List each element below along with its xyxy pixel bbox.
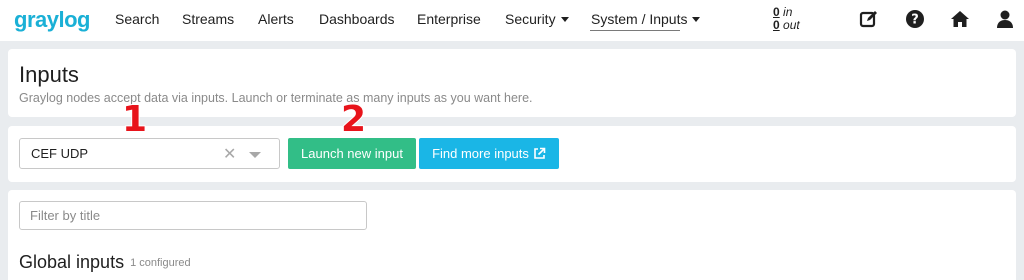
active-nav-indicator <box>590 30 680 31</box>
nav-streams[interactable]: Streams <box>182 11 234 27</box>
dropdown-arrow-icon[interactable] <box>249 152 261 158</box>
throughput-in-value: 0 <box>773 5 780 19</box>
throughput-in-label: in <box>783 5 793 19</box>
find-more-inputs-label: Find more inputs <box>432 146 529 161</box>
global-inputs-heading: Global inputs 1 configured <box>19 252 191 273</box>
nav-system-label: System / Inputs <box>591 11 688 27</box>
throughput-out-label: out <box>783 18 800 32</box>
caret-down-icon <box>692 17 701 22</box>
nav-dashboards[interactable]: Dashboards <box>319 11 395 27</box>
find-more-inputs-button[interactable]: Find more inputs <box>419 138 559 169</box>
page-header-panel: Inputs Graylog nodes accept data via inp… <box>8 49 1016 117</box>
nav-enterprise[interactable]: Enterprise <box>417 11 481 27</box>
inputs-list-panel: Global inputs 1 configured <box>8 190 1016 280</box>
edit-icon[interactable] <box>859 9 879 29</box>
nav-alerts[interactable]: Alerts <box>258 11 294 27</box>
svg-text:?: ? <box>911 13 919 28</box>
filter-by-title-input[interactable] <box>19 201 367 230</box>
input-type-select[interactable]: CEF UDP ✕ <box>19 138 280 169</box>
clear-selection-icon[interactable]: ✕ <box>223 144 236 164</box>
external-link-icon <box>534 147 546 159</box>
page-title: Inputs <box>19 62 79 87</box>
help-icon[interactable]: ? <box>905 9 925 29</box>
step-marker-2: 2 <box>340 99 367 140</box>
home-icon[interactable] <box>950 9 970 29</box>
launch-new-input-button[interactable]: Launch new input <box>288 138 416 169</box>
nav-search[interactable]: Search <box>115 11 159 27</box>
nav-security-dropdown[interactable]: Security <box>505 11 569 27</box>
graylog-logo[interactable]: graylog <box>14 7 90 33</box>
top-navbar: graylog Search Streams Alerts Dashboards… <box>0 0 1024 41</box>
user-icon[interactable] <box>995 9 1015 29</box>
throughput-indicator[interactable]: 0 in 0 out <box>773 6 800 32</box>
caret-down-icon <box>560 17 569 22</box>
step-marker-1: 1 <box>121 99 148 140</box>
throughput-out-value: 0 <box>773 18 780 32</box>
nav-system-dropdown[interactable]: System / Inputs <box>591 11 701 27</box>
launch-input-panel: CEF UDP ✕ Launch new input Find more inp… <box>8 126 1016 182</box>
section-title: Global inputs <box>19 252 125 272</box>
nav-security-label: Security <box>505 11 556 27</box>
input-type-selected-value: CEF UDP <box>31 146 89 161</box>
page-description: Graylog nodes accept data via inputs. La… <box>19 91 533 105</box>
configured-count: 1 configured <box>130 257 191 269</box>
